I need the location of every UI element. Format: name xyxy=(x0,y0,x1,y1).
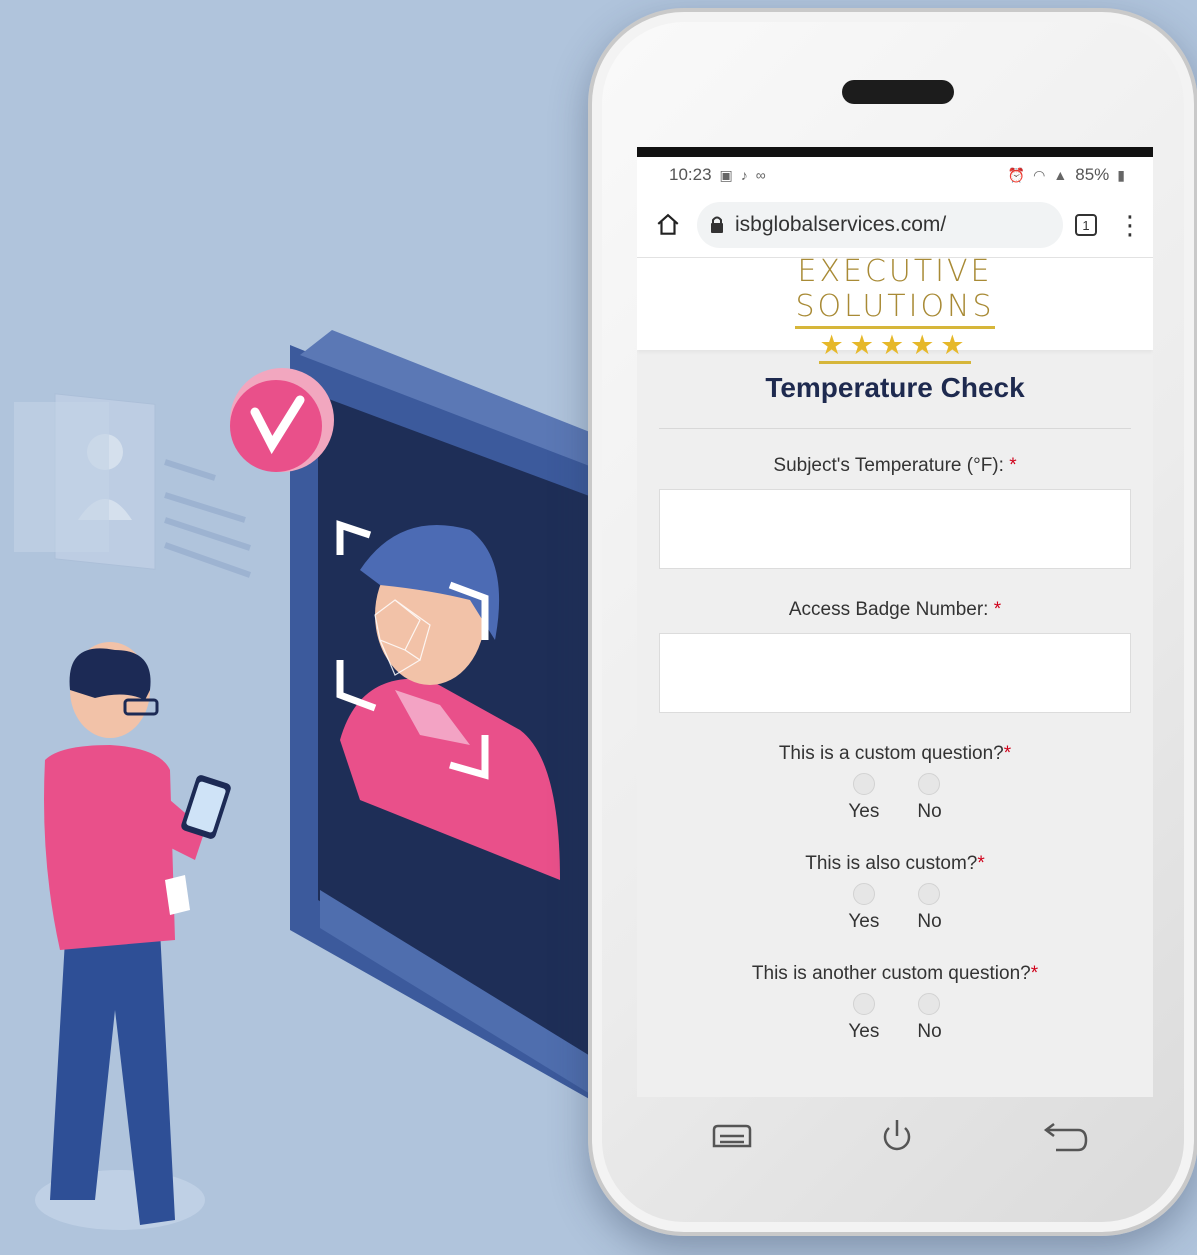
image-icon: ▣ xyxy=(719,166,733,183)
question-2-yes[interactable]: Yes xyxy=(848,883,879,933)
logo-line-2: SOLUTIONS xyxy=(795,290,995,329)
temperature-form: Temperature Check Subject's Temperature … xyxy=(637,372,1153,1043)
question-3-no[interactable]: No xyxy=(917,993,942,1043)
title-divider xyxy=(659,428,1131,429)
tab-switcher-button[interactable]: 1 xyxy=(1075,214,1097,236)
radio-button[interactable] xyxy=(918,883,941,905)
logo-line-1: EXECUTIVE xyxy=(797,254,993,289)
url-text: isbglobalservices.com/ xyxy=(735,213,947,236)
radio-button[interactable] xyxy=(918,773,941,795)
badge-number-input[interactable] xyxy=(659,633,1131,713)
radio-button[interactable] xyxy=(852,773,875,795)
phone-screen: 10:23 ▣ ♪ ∞ ⏰ ◠ ▲ 85% ▮ isbglobalservice… xyxy=(637,147,1153,1097)
signal-icon: ▲ xyxy=(1053,167,1068,183)
question-1-label: This is a custom question?* xyxy=(778,743,1012,764)
voicemail-icon: ∞ xyxy=(755,167,766,183)
status-bar: 10:23 ▣ ♪ ∞ ⏰ ◠ ▲ 85% ▮ xyxy=(637,157,1153,193)
badge-number-label: Access Badge Number: * xyxy=(788,599,1002,620)
question-2-options: Yes No xyxy=(659,883,1131,933)
lock-icon xyxy=(711,216,723,233)
power-icon[interactable] xyxy=(877,1116,917,1161)
question-2-label: This is also custom?* xyxy=(805,853,985,874)
question-1-options: Yes No xyxy=(659,773,1131,823)
question-3-yes[interactable]: Yes xyxy=(848,993,879,1043)
clock: 10:23 xyxy=(669,165,712,184)
question-1-yes[interactable]: Yes xyxy=(848,773,879,823)
battery-percent: 85% xyxy=(1075,165,1110,184)
question-2-no[interactable]: No xyxy=(917,883,942,933)
phone-nav-bar xyxy=(592,1120,1197,1182)
overflow-menu-icon[interactable]: ⋮ xyxy=(1117,212,1143,238)
profile-card-graphic xyxy=(14,393,251,578)
question-3-options: Yes No xyxy=(659,993,1131,1043)
battery-icon: ▮ xyxy=(1117,166,1125,183)
phone-speaker xyxy=(842,80,954,104)
tablet-graphic xyxy=(230,330,610,1105)
temperature-label: Subject's Temperature (°F): * xyxy=(773,455,1017,476)
form-title: Temperature Check xyxy=(765,372,1025,403)
radio-button[interactable] xyxy=(852,993,875,1015)
browser-toolbar: isbglobalservices.com/ 1 ⋮ xyxy=(637,193,1153,258)
home-icon[interactable] xyxy=(651,212,685,238)
alarm-icon: ⏰ xyxy=(1007,166,1026,183)
question-1-no[interactable]: No xyxy=(917,773,942,823)
smartphone: 10:23 ▣ ♪ ∞ ⏰ ◠ ▲ 85% ▮ isbglobalservice… xyxy=(588,8,1197,1236)
address-bar[interactable]: isbglobalservices.com/ xyxy=(697,202,1063,248)
person-graphic xyxy=(35,642,231,1230)
question-3-label: This is another custom question?* xyxy=(751,963,1039,984)
radio-button[interactable] xyxy=(852,883,875,905)
radio-button[interactable] xyxy=(918,993,941,1015)
menu-icon[interactable] xyxy=(710,1122,754,1157)
back-icon[interactable] xyxy=(1042,1122,1090,1161)
wifi-icon: ◠ xyxy=(1033,166,1046,183)
brand-logo: EXECUTIVE SOLUTIONS ★★★★★ xyxy=(637,254,1153,364)
temperature-input[interactable] xyxy=(659,489,1131,569)
music-note-icon: ♪ xyxy=(740,167,748,183)
logo-stars: ★★★★★ xyxy=(819,329,971,364)
